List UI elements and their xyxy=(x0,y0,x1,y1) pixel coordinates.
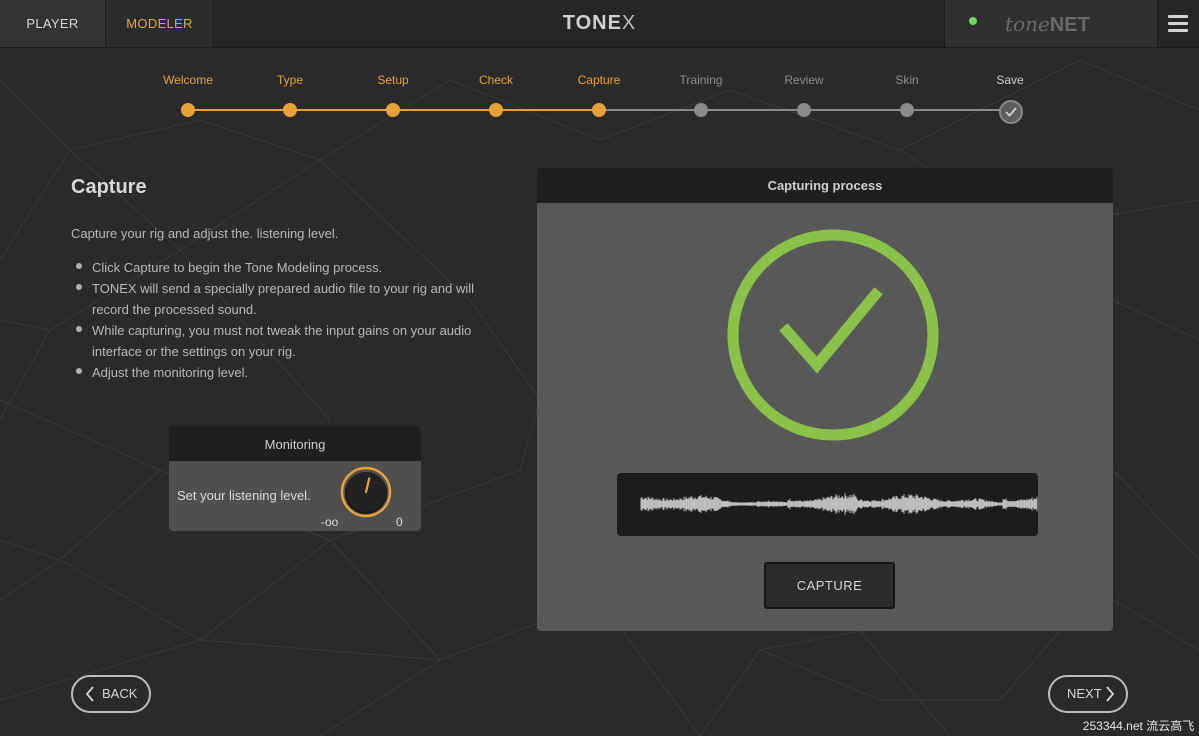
tonenet-panel[interactable]: toneNET xyxy=(944,0,1158,47)
instructions-list: Click Capture to begin the Tone Modeling… xyxy=(71,257,491,383)
audio-waveform xyxy=(617,473,1038,536)
step-dot xyxy=(386,103,400,117)
list-item-text: Click Capture to begin the Tone Modeling… xyxy=(92,260,383,275)
monitoring-title: Monitoring xyxy=(169,426,421,461)
step-dot xyxy=(283,103,297,117)
step-label: Capture xyxy=(577,73,621,87)
chevron-right-icon xyxy=(1106,686,1115,702)
connection-status-indicator xyxy=(969,17,977,25)
waveform-graphic xyxy=(640,493,1038,515)
step-label: Skin xyxy=(895,73,919,87)
wizard-steps: Welcome Type Setup Check Capture Trainin… xyxy=(0,60,1199,130)
step-dot xyxy=(489,103,503,117)
capture-panel: Capturing process CAPTURE xyxy=(537,168,1113,631)
step-dot xyxy=(797,103,811,117)
step-label: Save xyxy=(996,73,1024,87)
step-label: Setup xyxy=(377,73,409,87)
page-title: Capture xyxy=(71,176,147,198)
capture-panel-title: Capturing process xyxy=(537,168,1113,203)
logo-text-main: TONE xyxy=(562,12,622,34)
list-item-text: While capturing, you must not tweak the … xyxy=(92,323,472,359)
tab-modeler[interactable]: MODELER xyxy=(105,0,214,47)
next-button-label: NEXT xyxy=(1067,686,1102,701)
back-button[interactable]: BACK xyxy=(71,675,151,713)
list-item-text: TONEX will send a specially prepared aud… xyxy=(92,281,475,317)
bullet-icon xyxy=(76,263,82,269)
capture-complete-check-icon xyxy=(727,229,939,441)
step-dot xyxy=(181,103,195,117)
knob-min-label: -oo xyxy=(321,515,339,529)
monitoring-level-knob[interactable] xyxy=(340,466,392,518)
step-label: Type xyxy=(276,73,303,87)
step-dot xyxy=(694,103,708,117)
list-item-text: Adjust the monitoring level. xyxy=(92,365,249,380)
list-item: While capturing, you must not tweak the … xyxy=(71,320,491,362)
step-label: Welcome xyxy=(163,73,213,87)
bullet-icon xyxy=(76,326,82,332)
top-bar: PLAYER MODELER TONEX toneNET xyxy=(0,0,1199,48)
knob-max-label: 0 xyxy=(396,515,403,529)
logo-text-x: X xyxy=(621,12,637,34)
hamburger-menu-icon[interactable] xyxy=(1157,0,1199,47)
tab-player[interactable]: PLAYER xyxy=(0,0,105,47)
step-label: Check xyxy=(478,73,513,87)
monitoring-body: Set your listening level. -oo 0 xyxy=(169,461,421,531)
bullet-icon xyxy=(76,368,82,374)
intro-text: Capture your rig and adjust the. listeni… xyxy=(71,226,339,241)
list-item: Adjust the monitoring level. xyxy=(71,362,491,383)
step-save-check-icon xyxy=(999,100,1023,124)
tonenet-logo-net: NET xyxy=(1049,14,1090,36)
capture-panel-body: CAPTURE xyxy=(537,203,1113,631)
tonenet-logo[interactable]: toneNET xyxy=(1005,12,1090,37)
step-label: Review xyxy=(784,73,824,87)
bullet-icon xyxy=(76,284,82,290)
monitoring-label: Set your listening level. xyxy=(177,488,311,503)
next-button[interactable]: NEXT xyxy=(1048,675,1128,713)
list-item: TONEX will send a specially prepared aud… xyxy=(71,278,491,320)
capture-button[interactable]: CAPTURE xyxy=(764,562,895,609)
chevron-left-icon xyxy=(85,686,94,702)
step-dot xyxy=(592,103,606,117)
watermark: 253344.net 流云高飞 xyxy=(1078,716,1199,736)
tonenet-logo-script: tone xyxy=(1005,12,1050,36)
step-label: Training xyxy=(679,73,723,87)
step-dot xyxy=(900,103,914,117)
back-button-label: BACK xyxy=(102,686,138,701)
list-item: Click Capture to begin the Tone Modeling… xyxy=(71,257,491,278)
monitoring-panel: Monitoring Set your listening level. -oo… xyxy=(169,426,421,531)
